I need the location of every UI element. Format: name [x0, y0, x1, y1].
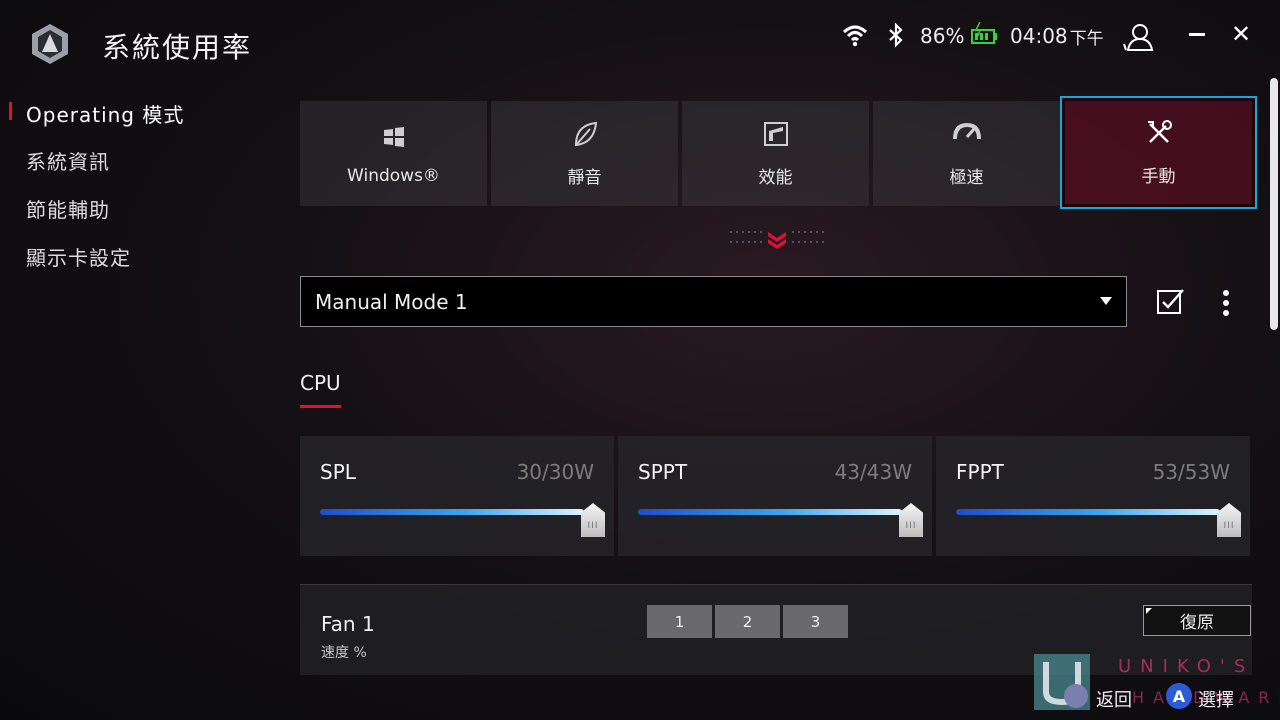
sidebar-item-power-saving[interactable]: 節能輔助: [26, 194, 110, 223]
fan-segment-3[interactable]: 3: [783, 605, 848, 638]
profile-dropdown-value: Manual Mode 1: [315, 289, 468, 314]
back-button-icon[interactable]: [1064, 684, 1088, 708]
slider-track[interactable]: [638, 509, 902, 515]
thumb-grip: III: [587, 521, 599, 531]
account-icon[interactable]: [1122, 20, 1156, 52]
speedometer-icon: [952, 122, 981, 140]
caret-down-icon: [1100, 297, 1112, 305]
sidebar-active-indicator: [9, 102, 12, 120]
thumb-grip: III: [1223, 521, 1235, 531]
tab-cpu-underline: [300, 405, 341, 408]
restore-label: 復原: [1180, 613, 1214, 633]
sidebar-item-operating-mode[interactable]: Operating 模式: [26, 99, 184, 128]
slider-card-spl: SPL 30/30W III: [300, 436, 614, 556]
fan-subtitle: 速度 %: [321, 645, 367, 661]
thumb-grip: III: [905, 521, 917, 531]
slider-name: FPPT: [956, 460, 1004, 484]
fan-title: Fan 1: [321, 612, 375, 636]
restore-button[interactable]: 復原: [1143, 605, 1251, 636]
mode-tile-performance[interactable]: 效能: [682, 101, 869, 206]
fan-segment-1[interactable]: 1: [647, 605, 712, 638]
scrollbar[interactable]: [1270, 78, 1278, 330]
mode-tile-manual[interactable]: 手動: [1060, 96, 1257, 209]
slider-track[interactable]: [956, 509, 1220, 515]
wifi-icon: [842, 25, 868, 47]
slider-card-fppt: FPPT 53/53W III: [936, 436, 1250, 556]
slider-name: SPPT: [638, 460, 688, 484]
sidebar-item-gpu-settings[interactable]: 顯示卡設定: [26, 242, 131, 271]
a-button-icon[interactable]: A: [1166, 683, 1192, 709]
watermark-brand: UNIKO'S: [1118, 656, 1255, 677]
close-button[interactable]: ✕: [1228, 20, 1254, 48]
slider-track[interactable]: [320, 509, 584, 515]
mode-label: 效能: [758, 168, 793, 188]
performance-icon: [763, 122, 788, 146]
battery-charging-icon: [971, 22, 997, 44]
slider-name: SPL: [320, 460, 356, 484]
mode-tile-windows[interactable]: Windows®: [300, 101, 487, 206]
corner-mark-icon: [1146, 608, 1152, 614]
slider-thumb[interactable]: III: [581, 503, 605, 537]
slider-value: 30/30W: [516, 460, 594, 484]
slider-value: 43/43W: [834, 460, 912, 484]
minimize-icon: [1189, 32, 1205, 36]
sidebar-item-system-info[interactable]: 系統資訊: [26, 146, 110, 175]
windows-icon: [383, 126, 404, 147]
slider-thumb[interactable]: III: [1217, 503, 1241, 537]
mode-label: 極速: [949, 168, 984, 188]
back-label[interactable]: 返回: [1096, 686, 1132, 712]
mode-tile-turbo[interactable]: 極速: [873, 101, 1060, 206]
minimize-button[interactable]: [1184, 20, 1210, 48]
tools-icon: [1147, 120, 1172, 143]
slider-card-sppt: SPPT 43/43W III: [618, 436, 932, 556]
more-options-icon[interactable]: [1218, 289, 1234, 317]
tab-cpu[interactable]: CPU: [300, 371, 341, 395]
mode-label: 靜音: [567, 168, 602, 188]
select-label[interactable]: 選擇: [1198, 686, 1234, 712]
fan-segment-2[interactable]: 2: [715, 605, 780, 638]
bluetooth-icon: [889, 22, 903, 48]
mode-label: Windows®: [347, 165, 440, 186]
mode-label: 手動: [1141, 167, 1176, 187]
leaf-icon: [574, 121, 597, 147]
armoury-logo-icon: [32, 24, 68, 64]
battery-percent: 86%: [920, 24, 965, 48]
clock-ampm: 下午: [1069, 28, 1104, 49]
expand-chevron-icon[interactable]: [730, 228, 824, 250]
mode-tile-silent[interactable]: 靜音: [491, 101, 678, 206]
apply-checkbox-icon[interactable]: [1156, 288, 1186, 316]
clock-time: 04:08: [1010, 24, 1068, 48]
clock: 04:08 下午: [1010, 22, 1104, 50]
slider-thumb[interactable]: III: [899, 503, 923, 537]
app-title: 系統使用率: [102, 31, 253, 64]
profile-dropdown[interactable]: Manual Mode 1: [300, 276, 1127, 327]
slider-value: 53/53W: [1152, 460, 1230, 484]
